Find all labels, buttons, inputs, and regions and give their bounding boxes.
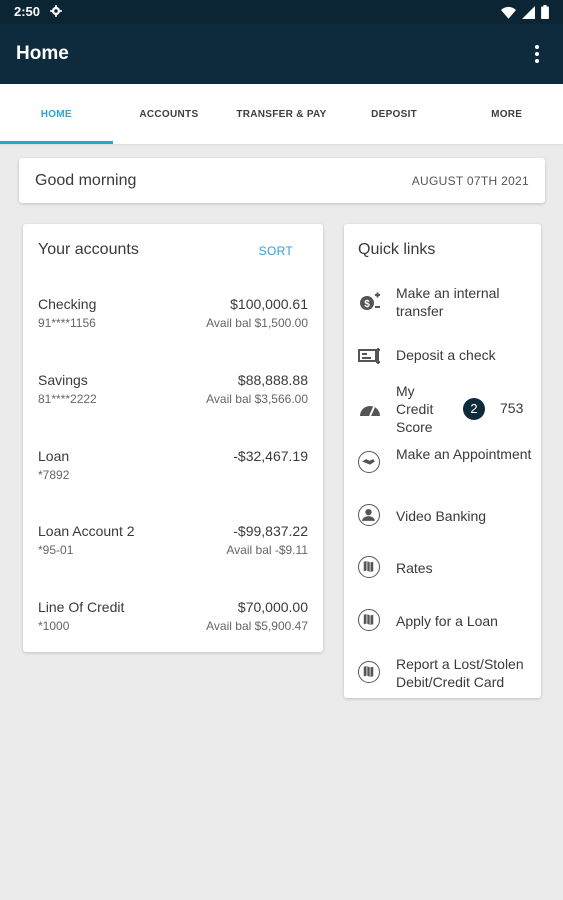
- tab-home[interactable]: HOME: [0, 84, 113, 144]
- quick-link-apply-loan[interactable]: Apply for a Loan: [344, 609, 541, 633]
- status-icons: [501, 5, 549, 19]
- overflow-menu-icon[interactable]: [529, 42, 545, 66]
- settings-gear-icon: [50, 5, 62, 17]
- account-available-balance: Avail bal $3,566.00: [206, 392, 308, 406]
- account-name: Savings: [38, 372, 88, 388]
- account-available-balance: Avail bal $5,900.47: [206, 619, 308, 633]
- sort-button[interactable]: SORT: [259, 244, 293, 258]
- status-time: 2:50: [14, 4, 41, 19]
- account-balance: $88,888.88: [237, 372, 308, 388]
- tab-transfer-pay[interactable]: TRANSFER & PAY: [225, 84, 338, 144]
- quick-link-deposit-check[interactable]: Deposit a check: [344, 344, 541, 368]
- quick-link-report-lost-card[interactable]: Report a Lost/Stolen Debit/Credit Card: [344, 655, 541, 693]
- transfer-icon: $: [360, 292, 380, 310]
- tab-bar: HOME ACCOUNTS TRANSFER & PAY DEPOSIT MOR…: [0, 84, 563, 144]
- quick-link-label: Video Banking: [396, 508, 487, 524]
- quick-link-appointment[interactable]: Make an Appointment: [344, 445, 541, 483]
- account-number: 91****1156: [38, 316, 96, 330]
- tab-more[interactable]: MORE: [450, 84, 563, 144]
- greeting-text: Good morning: [35, 172, 137, 189]
- wifi-icon: [501, 6, 516, 19]
- handshake-icon: [358, 451, 380, 473]
- account-row-savings[interactable]: Savings 81****2222 $88,888.88 Avail bal …: [23, 372, 323, 432]
- account-number: 81****2222: [38, 392, 97, 406]
- tab-accounts[interactable]: ACCOUNTS: [113, 84, 226, 144]
- accounts-card: Your accounts SORT Checking 91****1156 $…: [23, 224, 323, 652]
- quick-link-label: Make an Appointment: [396, 446, 532, 462]
- account-number: *7892: [38, 468, 70, 482]
- quick-link-label: Apply for a Loan: [396, 613, 498, 629]
- account-row-loan-account-2[interactable]: Loan Account 2 *95-01 -$99,837.22 Avail …: [23, 523, 323, 583]
- account-row-checking[interactable]: Checking 91****1156 $100,000.61 Avail ba…: [23, 296, 323, 356]
- map-icon: [358, 556, 380, 578]
- quick-link-rates[interactable]: Rates: [344, 556, 541, 580]
- map-icon: [358, 609, 380, 631]
- status-bar: 2:50: [0, 0, 563, 24]
- quick-link-label: Make an internal transfer: [396, 285, 500, 319]
- quick-link-label: Report a Lost/Stolen Debit/Credit Card: [396, 656, 524, 690]
- account-balance: $70,000.00: [237, 599, 308, 615]
- accounts-title: Your accounts: [38, 241, 139, 258]
- account-available-balance: Avail bal $1,500.00: [206, 316, 308, 330]
- check-deposit-icon: [358, 348, 380, 364]
- quick-link-label: Deposit a check: [396, 347, 496, 363]
- greeting-date: AUGUST 07TH 2021: [411, 174, 529, 188]
- account-balance: $100,000.61: [230, 296, 308, 312]
- quick-link-label: Rates: [396, 560, 433, 576]
- account-name: Loan Account 2: [38, 523, 135, 539]
- account-name: Checking: [38, 296, 97, 312]
- credit-score-badge: 2: [463, 398, 485, 420]
- quick-link-video-banking[interactable]: Video Banking: [344, 504, 541, 528]
- quick-links-title: Quick links: [358, 241, 436, 258]
- account-name: Line Of Credit: [38, 599, 125, 615]
- page-title: Home: [16, 43, 69, 64]
- quick-link-credit-score[interactable]: My Credit Score 2 753: [344, 382, 541, 438]
- battery-icon: [541, 5, 549, 19]
- gauge-icon: [360, 406, 380, 417]
- svg-text:$: $: [364, 299, 370, 310]
- app-bar: Home: [0, 24, 563, 84]
- greeting-card: Good morning AUGUST 07TH 2021: [19, 158, 545, 203]
- account-available-balance: Avail bal -$9.11: [226, 543, 308, 557]
- account-balance: -$99,837.22: [233, 523, 308, 539]
- quick-links-card: Quick links $ Make an internal transfer …: [344, 224, 541, 698]
- account-row-loan[interactable]: Loan *7892 -$32,467.19: [23, 448, 323, 508]
- signal-icon: [522, 5, 535, 19]
- account-balance: -$32,467.19: [233, 448, 308, 464]
- credit-score-value: 753: [500, 400, 524, 416]
- person-icon: [358, 504, 380, 526]
- account-number: *95-01: [38, 543, 74, 557]
- quick-link-internal-transfer[interactable]: $ Make an internal transfer: [344, 284, 541, 324]
- quick-link-label: My Credit Score: [396, 383, 434, 435]
- map-icon: [358, 661, 380, 683]
- account-row-line-of-credit[interactable]: Line Of Credit *1000 $70,000.00 Avail ba…: [23, 599, 323, 659]
- tab-deposit[interactable]: DEPOSIT: [338, 84, 451, 144]
- account-name: Loan: [38, 448, 70, 464]
- account-number: *1000: [38, 619, 70, 633]
